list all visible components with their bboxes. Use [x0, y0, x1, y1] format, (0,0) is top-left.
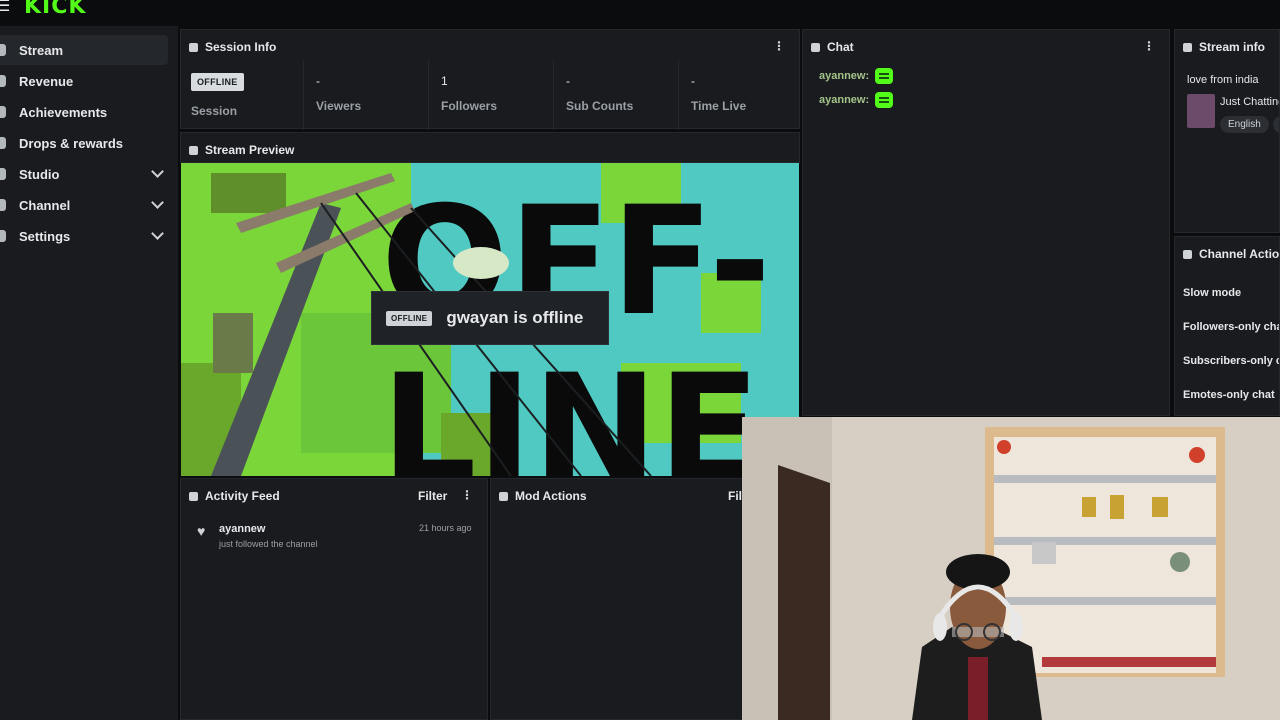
emotes-only-toggle[interactable]: Emotes-only chat	[1183, 389, 1275, 401]
panel-title: Stream info	[1183, 40, 1265, 54]
panel-title: Channel Actions	[1183, 247, 1279, 261]
offline-word-bottom: LINE	[381, 343, 760, 476]
session-info-panel: Session Info ⋮ OFFLINE Session - Viewers…	[180, 29, 800, 130]
stat-time-live: - Time Live	[678, 60, 800, 130]
studio-icon	[0, 168, 6, 180]
sidebar-item-studio[interactable]: Studio	[0, 159, 168, 189]
followers-only-toggle[interactable]: Followers-only chat	[1183, 321, 1279, 333]
sidebar: Stream Revenue Achievements Drops & rewa…	[0, 26, 178, 720]
channel-actions-panel: Channel Actions Slow mode Followers-only…	[1174, 236, 1280, 416]
trophy-icon	[0, 106, 6, 118]
stream-category: Just Chatting	[1220, 96, 1280, 108]
kick-logo[interactable]: KICK	[24, 0, 86, 19]
sidebar-item-label: Studio	[19, 166, 60, 182]
panel-title: Stream Preview	[189, 143, 294, 157]
panel-title: Session Info	[189, 40, 276, 54]
stream-preview[interactable]: OFF- LINE OFFLINE gwayan is offline	[181, 163, 799, 476]
more-options-icon[interactable]: ⋮	[1143, 39, 1155, 53]
stat-sub-counts: - Sub Counts	[553, 60, 678, 130]
panel-title: Chat	[811, 40, 854, 54]
gear-icon	[0, 230, 6, 242]
stat-followers: 1 Followers	[428, 60, 553, 130]
top-bar: ☰ KICK	[0, 0, 1280, 26]
revenue-icon	[0, 75, 6, 87]
offline-message: gwayan is offline	[446, 308, 584, 327]
chat-username[interactable]: ayannew:	[819, 94, 869, 106]
offline-badge: OFFLINE	[386, 310, 433, 326]
chevron-down-icon	[151, 165, 164, 178]
sidebar-item-drops[interactable]: Drops & rewards	[0, 128, 168, 158]
sidebar-item-stream[interactable]: Stream	[0, 35, 168, 65]
more-options-icon[interactable]: ⋮	[773, 39, 785, 53]
filter-button[interactable]: Filter	[418, 489, 447, 503]
feed-user: ayannew	[219, 523, 266, 535]
activity-feed-panel: Activity Feed Filter ⋮ ♥ ayannew just fo…	[180, 478, 488, 720]
emote-icon	[875, 68, 894, 84]
tag-more: c	[1272, 116, 1279, 133]
panel-title: Activity Feed	[189, 489, 280, 503]
lightning-icon	[189, 491, 198, 501]
sidebar-item-label: Achievements	[19, 104, 108, 120]
chat-panel: Chat ⋮ ayannew: ayannew:	[802, 29, 1170, 416]
chat-message: ayannew:	[819, 68, 894, 84]
panel-title: Mod Actions	[499, 489, 587, 503]
emote-icon	[875, 92, 894, 108]
shield-icon	[499, 491, 508, 501]
sidebar-item-channel[interactable]: Channel	[0, 190, 168, 220]
channel-icon	[0, 199, 6, 211]
feed-text: just followed the channel	[219, 539, 318, 549]
sidebar-item-revenue[interactable]: Revenue	[0, 66, 168, 96]
menu-icon[interactable]: ☰	[0, 0, 10, 16]
webcam-feed	[742, 417, 1280, 720]
tag-english: English	[1220, 116, 1269, 133]
category-thumbnail	[1187, 94, 1215, 128]
stream-preview-header: Stream Preview	[180, 132, 800, 163]
list-icon	[1183, 249, 1192, 259]
heart-icon: ♥	[197, 523, 206, 539]
slow-mode-toggle[interactable]: Slow mode	[1183, 287, 1241, 299]
chat-message: ayannew:	[819, 92, 894, 108]
sidebar-item-label: Settings	[19, 228, 71, 244]
sidebar-item-label: Channel	[19, 197, 71, 213]
offline-card: OFFLINE gwayan is offline	[371, 291, 609, 345]
chat-bubble-icon	[811, 42, 820, 52]
sidebar-item-settings[interactable]: Settings	[0, 221, 168, 251]
gift-icon	[0, 137, 6, 149]
feed-time: 21 hours ago	[419, 523, 472, 533]
subscribers-only-toggle[interactable]: Subscribers-only chat	[1183, 355, 1279, 367]
broadcast-icon	[189, 42, 198, 52]
chat-username[interactable]: ayannew:	[819, 70, 869, 82]
session-label: Session	[191, 104, 238, 118]
webcam-overlay	[742, 417, 1280, 720]
sidebar-item-label: Revenue	[19, 73, 74, 89]
chevron-down-icon	[151, 227, 164, 240]
stream-info-panel: Stream info love from india Just Chattin…	[1174, 29, 1280, 233]
more-options-icon[interactable]: ⋮	[461, 488, 473, 502]
status-badge: OFFLINE	[191, 72, 244, 91]
tag-list: Englishc	[1220, 114, 1279, 133]
wrench-icon	[1183, 42, 1192, 52]
stream-icon	[0, 44, 6, 56]
sidebar-item-achievements[interactable]: Achievements	[0, 97, 168, 127]
sidebar-item-label: Drops & rewards	[19, 135, 124, 151]
chevron-down-icon	[151, 196, 164, 209]
sidebar-item-label: Stream	[19, 42, 64, 58]
stat-viewers: - Viewers	[303, 60, 428, 130]
stream-title: love from india	[1187, 74, 1259, 86]
preview-icon	[189, 145, 198, 155]
